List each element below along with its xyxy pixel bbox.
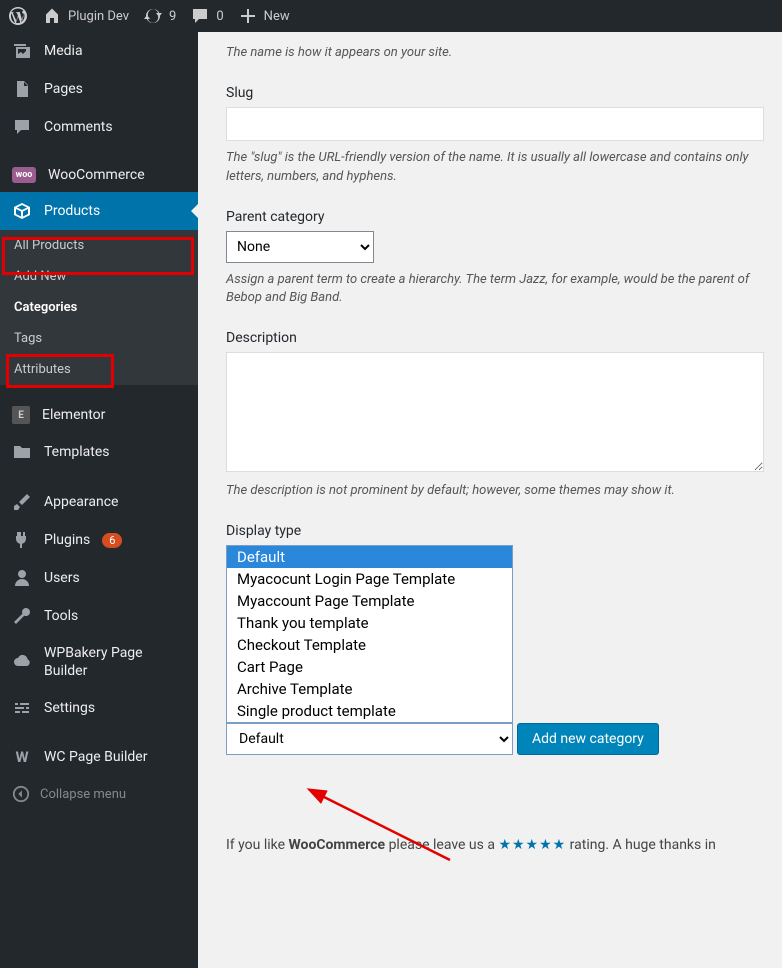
display-option[interactable]: Default [227, 546, 512, 568]
comments-link[interactable]: 0 [190, 6, 223, 26]
media-icon [12, 41, 32, 61]
sub-categories[interactable]: Categories [0, 292, 198, 323]
collapse-menu[interactable]: Collapse menu [0, 775, 198, 813]
description-textarea[interactable] [226, 352, 764, 472]
new-link[interactable]: New [238, 6, 290, 26]
sidebar-item-products[interactable]: Products [0, 192, 198, 230]
sidebar-item-wpbakery[interactable]: WPBakery Page Builder [0, 635, 198, 689]
add-category-button[interactable]: Add new category [517, 723, 659, 755]
sub-attributes[interactable]: Attributes [0, 354, 198, 385]
display-option[interactable]: Archive Template [227, 678, 512, 700]
comments-count: 0 [216, 9, 223, 24]
footer-message: If you like WooCommerce please leave us … [226, 837, 782, 853]
page-icon [12, 79, 32, 99]
sidebar-item-plugins[interactable]: Plugins6 [0, 521, 198, 559]
rating-link[interactable]: ★★★★★ [498, 837, 566, 853]
slug-help: The "slug" is the URL-friendly version o… [226, 149, 782, 187]
updates-link[interactable]: 9 [143, 6, 176, 26]
sub-add-new[interactable]: Add New [0, 261, 198, 292]
display-type-select[interactable]: Default [226, 723, 513, 755]
collapse-icon [12, 785, 30, 803]
slug-label: Slug [226, 85, 782, 101]
sidebar-item-settings[interactable]: Settings [0, 689, 198, 727]
display-option[interactable]: Cart Page [227, 656, 512, 678]
updates-count: 9 [169, 9, 176, 24]
brush-icon [12, 492, 32, 512]
display-type-options[interactable]: DefaultMyacocunt Login Page TemplateMyac… [226, 545, 513, 723]
sidebar-item-woocommerce[interactable]: wooWooCommerce [0, 158, 198, 192]
display-option[interactable]: Checkout Template [227, 634, 512, 656]
sub-tags[interactable]: Tags [0, 323, 198, 354]
display-type-label: Display type [226, 523, 782, 539]
parent-label: Parent category [226, 209, 782, 225]
elementor-icon: E [12, 406, 30, 424]
wp-logo[interactable] [8, 6, 28, 26]
plugins-badge: 6 [102, 533, 122, 548]
parent-help: Assign a parent term to create a hierarc… [226, 271, 782, 309]
sidebar-item-wcpb[interactable]: WWC Page Builder [0, 739, 198, 775]
box-icon [12, 201, 32, 221]
sidebar-item-elementor[interactable]: EElementor [0, 397, 198, 433]
sub-all-products[interactable]: All Products [0, 230, 198, 261]
display-option[interactable]: Myacocunt Login Page Template [227, 568, 512, 590]
sidebar-item-pages[interactable]: Pages [0, 70, 198, 108]
products-submenu: All Products Add New Categories Tags Att… [0, 230, 198, 385]
sidebar-item-media[interactable]: Media [0, 32, 198, 70]
name-help: The name is how it appears on your site. [226, 44, 782, 63]
parent-select[interactable]: None [226, 231, 374, 263]
plug-icon [12, 530, 32, 550]
comment-icon [12, 117, 32, 137]
folder-icon [12, 442, 32, 462]
sidebar-item-appearance[interactable]: Appearance [0, 483, 198, 521]
w-icon: W [12, 748, 32, 766]
main-content: The name is how it appears on your site.… [198, 32, 782, 968]
sidebar-item-tools[interactable]: Tools [0, 597, 198, 635]
site-link[interactable]: Plugin Dev [42, 6, 129, 26]
new-label: New [264, 9, 290, 24]
woo-icon: woo [12, 167, 36, 183]
sidebar-item-templates[interactable]: Templates [0, 433, 198, 471]
user-icon [12, 568, 32, 588]
display-option[interactable]: Thank you template [227, 612, 512, 634]
cloud-icon [12, 652, 32, 672]
wrench-icon [12, 606, 32, 626]
sidebar-item-users[interactable]: Users [0, 559, 198, 597]
description-help: The description is not prominent by defa… [226, 482, 782, 501]
site-name: Plugin Dev [68, 9, 129, 24]
slug-input[interactable] [226, 107, 764, 141]
sliders-icon [12, 698, 32, 718]
display-option[interactable]: Single product template [227, 700, 512, 722]
description-label: Description [226, 330, 782, 346]
display-option[interactable]: Myaccount Page Template [227, 590, 512, 612]
sidebar-item-comments[interactable]: Comments [0, 108, 198, 146]
admin-sidebar: Media Pages Comments wooWooCommerce Prod… [0, 32, 198, 968]
